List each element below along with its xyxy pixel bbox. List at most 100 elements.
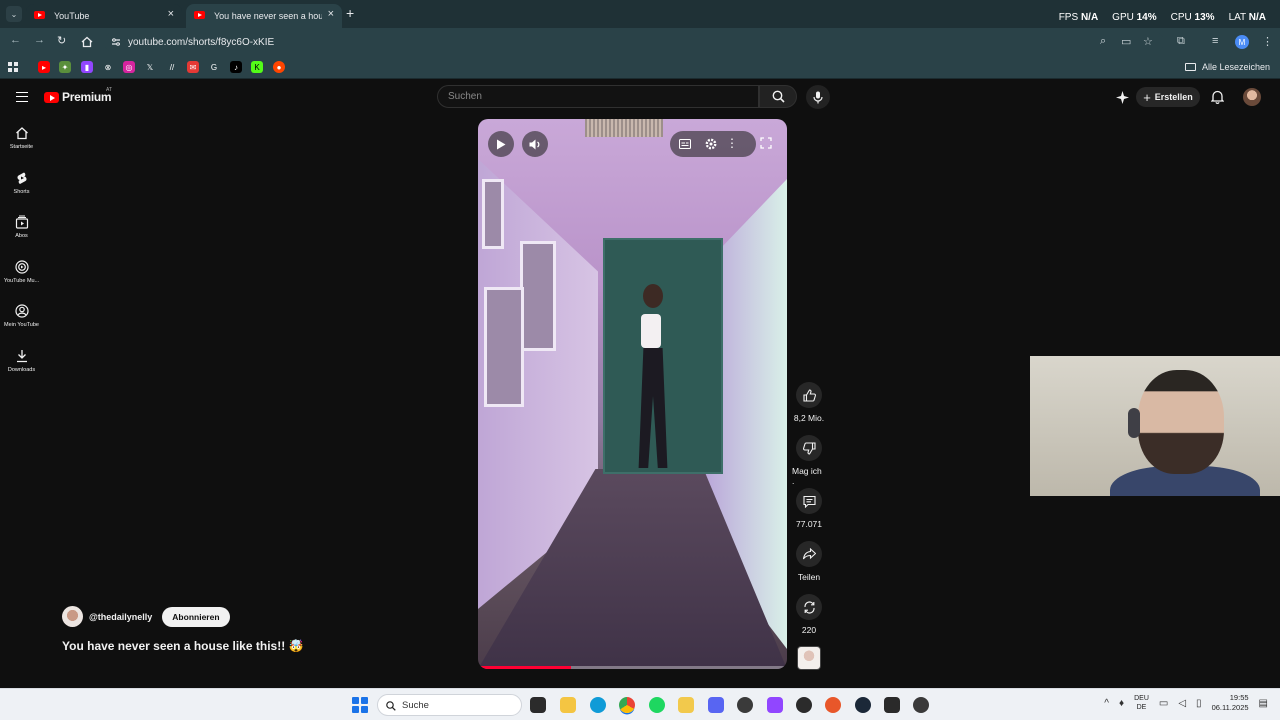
bookmark-instagram-icon[interactable]: ◎: [123, 61, 135, 73]
channel-handle[interactable]: @thedailynelly: [89, 612, 152, 622]
volume-icon: [529, 139, 540, 149]
webcam-overlay: [1030, 356, 1280, 496]
bookmark-star-icon[interactable]: ☆: [1143, 35, 1153, 48]
forward-arrow-icon[interactable]: →: [34, 34, 45, 46]
more-options-icon[interactable]: ⋮: [726, 136, 738, 150]
bookmark-google-icon[interactable]: G: [208, 61, 220, 73]
zoom-icon[interactable]: ⌕: [1100, 35, 1106, 48]
speaker-icon[interactable]: ◁: [1178, 698, 1186, 709]
remix-button[interactable]: 220: [792, 594, 826, 635]
app-icon[interactable]: [737, 697, 753, 713]
share-button[interactable]: Teilen: [792, 541, 826, 582]
video-progress-bar[interactable]: [478, 666, 787, 669]
fps-label: FPS: [1058, 12, 1079, 23]
guide-item-subscriptions[interactable]: Abos: [0, 215, 43, 239]
shorts-video-player[interactable]: ⋮: [478, 119, 787, 669]
tab-title: YouTube: [54, 11, 90, 21]
battery-icon[interactable]: ▯: [1196, 698, 1202, 709]
create-button[interactable]: + Erstellen: [1136, 87, 1200, 107]
profile-avatar[interactable]: M: [1235, 35, 1249, 49]
address-bar[interactable]: youtube.com/shorts/f8yc6O-xKIE: [104, 32, 1164, 52]
guide-item-home[interactable]: Startseite: [0, 126, 43, 150]
home-icon[interactable]: [81, 36, 93, 48]
obs-icon[interactable]: [913, 697, 929, 713]
close-tab-icon[interactable]: ×: [328, 8, 334, 20]
app-icon[interactable]: [796, 697, 812, 713]
network-icon[interactable]: ▭: [1159, 698, 1168, 709]
guide-item-downloads[interactable]: Downloads: [0, 349, 43, 373]
back-arrow-icon[interactable]: ←: [10, 34, 21, 46]
bookmark-tiktok-icon[interactable]: ♪: [230, 61, 242, 73]
app-icon[interactable]: [825, 697, 841, 713]
like-button[interactable]: 8,2 Mio.: [792, 382, 826, 423]
microphone-icon[interactable]: ♦: [1119, 698, 1124, 709]
hamburger-menu-icon[interactable]: [16, 92, 28, 102]
cpu-value: 13%: [1194, 12, 1215, 23]
tab-search-button[interactable]: ⌄: [6, 6, 22, 22]
guide-item-shorts[interactable]: Shorts: [0, 171, 43, 195]
site-info-icon[interactable]: [111, 37, 121, 47]
bookmark-twitch-icon[interactable]: ▮: [81, 61, 93, 73]
play-button[interactable]: [488, 131, 514, 157]
search-button[interactable]: [759, 85, 797, 108]
app-icon[interactable]: [678, 697, 694, 713]
steam-icon[interactable]: [855, 697, 871, 713]
subscribe-button[interactable]: Abonnieren: [162, 606, 230, 627]
discord-icon[interactable]: [708, 697, 724, 713]
task-view-icon[interactable]: [530, 697, 546, 713]
twitch-icon[interactable]: [767, 697, 783, 713]
mute-button[interactable]: [522, 131, 548, 157]
fullscreen-icon[interactable]: [760, 137, 772, 149]
video-scene-picture-frame: [482, 179, 504, 249]
close-tab-icon[interactable]: ×: [168, 8, 174, 20]
youtube-logo-icon: [44, 91, 59, 103]
media-controls-icon[interactable]: ≡: [1212, 35, 1218, 47]
windows-start-icon[interactable]: [352, 697, 368, 713]
tab-youtube[interactable]: YouTube ×: [26, 4, 182, 28]
clock[interactable]: 19:55 06.11.2025: [1212, 693, 1249, 713]
settings-gear-icon[interactable]: [705, 138, 717, 150]
all-bookmarks-button[interactable]: Alle Lesezeichen: [1184, 62, 1270, 72]
file-explorer-icon[interactable]: [560, 697, 576, 713]
spotify-icon[interactable]: [649, 697, 665, 713]
voice-search-button[interactable]: [806, 85, 830, 109]
performance-overlay: FPS N/A GPU 14% CPU 13% LAT N/A: [1059, 12, 1266, 23]
notification-bell-icon[interactable]: [1211, 90, 1224, 104]
guide-item-my-youtube[interactable]: Mein YouTube: [0, 304, 43, 328]
reload-icon[interactable]: ↻: [57, 34, 66, 47]
channel-avatar[interactable]: [62, 606, 83, 627]
bookmark-letterboxd-icon[interactable]: //: [166, 61, 178, 73]
menu-kebab-icon[interactable]: ⋮: [1262, 35, 1273, 48]
epic-games-icon[interactable]: [884, 697, 900, 713]
thumbs-down-icon: [802, 441, 816, 455]
comments-button[interactable]: 77.071: [792, 488, 826, 529]
bookmark-xbox-icon[interactable]: ⊗: [102, 61, 114, 73]
sound-thumbnail[interactable]: [797, 646, 821, 670]
dislike-button[interactable]: Mag ich .: [792, 435, 826, 486]
edge-browser-icon[interactable]: [590, 697, 606, 713]
cpu-label: CPU: [1170, 12, 1192, 23]
bookmark-gmail-icon[interactable]: ✉: [187, 61, 199, 73]
chevron-up-icon[interactable]: ^: [1104, 698, 1109, 709]
bookmark-kick-icon[interactable]: K: [251, 61, 263, 73]
youtube-header: Premium AT Suchen + Erstellen: [0, 80, 1280, 114]
cast-icon[interactable]: ▭: [1121, 35, 1131, 48]
apps-grid-icon[interactable]: [8, 62, 19, 73]
bookmark-x-icon[interactable]: 𝕏: [144, 61, 156, 73]
bookmark-app-icon[interactable]: ✦: [59, 61, 71, 73]
tab-current-short[interactable]: You have never seen a house lik ×: [186, 4, 342, 28]
account-avatar[interactable]: [1243, 88, 1261, 106]
new-tab-button[interactable]: +: [346, 5, 354, 21]
search-input[interactable]: Suchen: [437, 85, 759, 108]
bookmark-reddit-icon[interactable]: ●: [273, 61, 285, 73]
premium-sparkle-icon[interactable]: [1116, 91, 1129, 104]
keyboard-language[interactable]: DEU DE: [1134, 694, 1149, 712]
extensions-icon[interactable]: ⧉: [1177, 35, 1185, 48]
guide-item-youtube-music[interactable]: YouTube Mu...: [0, 260, 43, 284]
taskbar-search-input[interactable]: Suche: [377, 694, 522, 716]
youtube-premium-logo[interactable]: Premium AT: [44, 87, 112, 104]
captions-icon[interactable]: [679, 139, 691, 149]
chrome-browser-icon[interactable]: [619, 697, 635, 713]
bookmark-youtube-icon[interactable]: ▸: [38, 61, 50, 73]
notifications-icon[interactable]: ▤: [1259, 698, 1268, 709]
